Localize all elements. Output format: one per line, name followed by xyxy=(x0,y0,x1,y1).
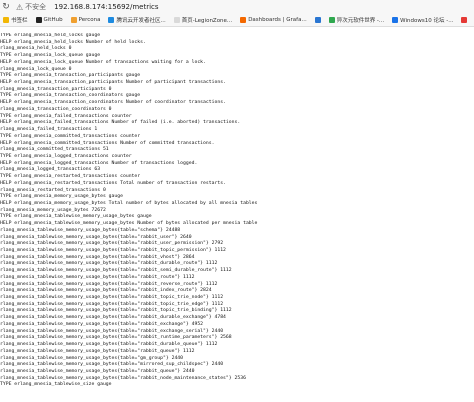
globe-icon xyxy=(173,17,180,23)
bookmark-item[interactable]: 腾讯云开发者社区... xyxy=(108,16,166,24)
metric-line: HELP erlang_mnesia_restarted_transaction… xyxy=(0,180,226,186)
windows-forum-icon xyxy=(392,17,399,23)
metric-line: HELP erlang_mnesia_transaction_coordinat… xyxy=(0,100,226,106)
percona-icon xyxy=(70,17,77,23)
bookmark-icon xyxy=(461,17,468,23)
metric-line: HELP erlang_mnesia_tablewise_memory_usag… xyxy=(0,221,258,227)
iplaysoft-icon xyxy=(328,17,335,23)
metric-line: TYPE erlang_mnesia_restarted_transaction… xyxy=(0,174,141,180)
metric-line: rlang_mnesia_tablewise_memory_usage_byte… xyxy=(0,362,224,368)
bookmark-label: 腾讯云开发者社区... xyxy=(116,18,166,24)
metric-line: TYPE erlang_mnesia_tablewise_size gauge xyxy=(0,382,112,388)
metric-line: rlang_mnesia_tablewise_memory_usage_byte… xyxy=(0,268,232,274)
bookmarks-bar: 书签栏 GitHub Percona 腾讯云开发者社区... 首页-LegionZone… xyxy=(0,14,474,27)
metric-line: rlang_mnesia_tablewise_memory_usage_byte… xyxy=(0,315,226,321)
bookmark-label: Windows10 论坛 -... xyxy=(400,18,454,24)
bookmark-label: Percona xyxy=(78,17,101,23)
bookmark-item[interactable]: GitHub xyxy=(35,17,63,23)
bookmark-item[interactable] xyxy=(461,17,468,23)
bookmark-label: 书签栏 xyxy=(11,18,28,24)
bookmark-item[interactable]: 异次元软件世界 -... xyxy=(328,16,385,24)
url-input[interactable]: 192.168.8.174:15692/metrics xyxy=(54,3,158,11)
metric-line: rlang_mnesia_tablewise_memory_usage_byte… xyxy=(0,227,181,233)
metric-line: rlang_mnesia_tablewise_memory_usage_byte… xyxy=(0,241,224,247)
metric-line: rlang_mnesia_tablewise_memory_usage_byte… xyxy=(0,295,224,301)
bookmark-label: 异次元软件世界 -... xyxy=(336,18,385,24)
bookmark-item[interactable]: Dashboards | Grafa... xyxy=(240,17,307,23)
reload-icon[interactable]: ↻ xyxy=(0,0,12,14)
tencent-cloud-icon xyxy=(108,17,115,23)
metric-line: TYPE erlang_mnesia_committed_transaction… xyxy=(0,133,141,139)
metric-line: HELP erlang_mnesia_lock_queue Number of … xyxy=(0,59,206,65)
bookmark-item[interactable]: 书签栏 xyxy=(3,16,28,24)
bookmark-icon xyxy=(314,17,321,23)
metric-line: TYPE erlang_mnesia_logged_transactions c… xyxy=(0,153,132,159)
metrics-text: TYPE erlang_mnesia_held_locks gauge HELP … xyxy=(0,33,474,402)
metric-line: rlang_mnesia_committed_transactions 51 xyxy=(0,147,109,153)
metric-line: rlang_mnesia_tablewise_memory_usage_byte… xyxy=(0,321,204,327)
grafana-icon xyxy=(240,17,247,23)
github-icon xyxy=(35,17,42,23)
metric-line: HELP erlang_mnesia_transaction_participa… xyxy=(0,80,226,86)
metric-line: TYPE erlang_mnesia_lock_queue gauge xyxy=(0,53,101,59)
metric-line: rlang_mnesia_tablewise_memory_usage_byte… xyxy=(0,342,218,348)
metric-line: rlang_mnesia_tablewise_memory_usage_byte… xyxy=(0,274,195,280)
metric-line: TYPE erlang_mnesia_held_locks gauge xyxy=(0,33,101,38)
bookmark-item[interactable]: 首页-LegionZone... xyxy=(173,16,233,24)
security-label: 不安全 xyxy=(25,3,47,11)
bookmark-item[interactable]: Windows10 论坛 -... xyxy=(392,16,453,24)
folder-icon xyxy=(3,17,9,23)
metric-line: rlang_mnesia_tablewise_memory_usage_byte… xyxy=(0,368,195,374)
warning-icon: ⚠ xyxy=(16,2,24,12)
metric-line: rlang_mnesia_failed_transactions 1 xyxy=(0,127,98,133)
metric-line: rlang_mnesia_transaction_coordinators 0 xyxy=(0,106,112,112)
metric-line: rlang_mnesia_tablewise_memory_usage_byte… xyxy=(0,248,226,253)
bookmark-label: Dashboards | Grafa... xyxy=(248,17,307,23)
metric-line: TYPE erlang_mnesia_memory_usage_bytes ga… xyxy=(0,194,123,200)
metric-line: HELP erlang_mnesia_memory_usage_bytes To… xyxy=(0,200,258,206)
metric-line: rlang_mnesia_tablewise_memory_usage_byte… xyxy=(0,348,195,354)
address-bar: ↻ ⚠ 不安全 192.168.8.174:15692/metrics xyxy=(0,0,474,14)
bookmark-item[interactable] xyxy=(314,17,321,23)
bookmark-label: 首页-LegionZone... xyxy=(181,18,233,24)
security-indicator[interactable]: ⚠ 不安全 xyxy=(16,2,46,12)
bookmark-item[interactable]: Percona xyxy=(70,17,101,23)
bookmark-label: GitHub xyxy=(43,17,63,23)
